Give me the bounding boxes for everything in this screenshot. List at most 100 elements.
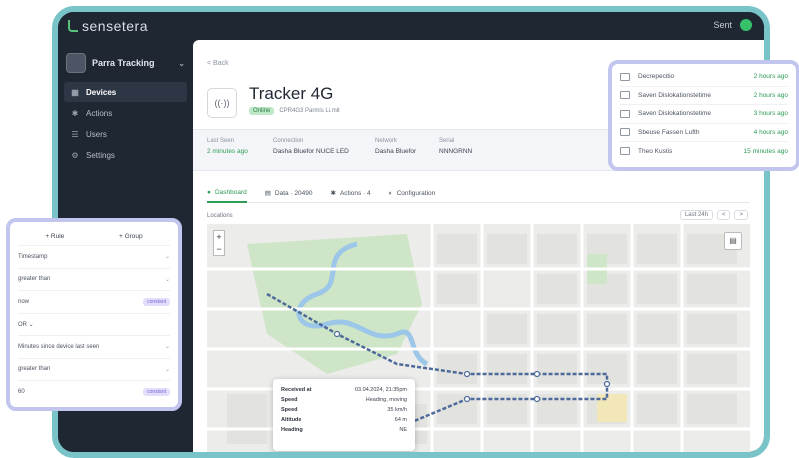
chevron-down-icon: ⌄ (164, 344, 170, 351)
event-icon (620, 91, 630, 100)
event-time: 2 hours ago (753, 73, 788, 81)
add-group-button[interactable]: + Group (119, 233, 143, 240)
event-name: Saven Dislokationstetime (638, 110, 711, 118)
org-avatar (66, 53, 86, 73)
dot-icon: ● (207, 188, 211, 196)
popup-value: NE (399, 427, 407, 433)
popup-row: Speed 35 km/h (281, 405, 407, 415)
map-view[interactable]: + − ▤ Received at 03.04.2024, 21:35pm Sp… (207, 224, 750, 452)
range-select[interactable]: Last 24h (679, 210, 713, 220)
gear-icon: ⚙ (71, 150, 79, 160)
popup-row: Received at 03.04.2024, 21:35pm (281, 385, 407, 395)
popup-key: Altitude (281, 417, 302, 423)
chevron-down-icon: ⌄ (178, 58, 185, 68)
popup-key: Speed (281, 407, 298, 413)
next-button[interactable]: > (734, 210, 748, 220)
grid-icon: ▦ (71, 87, 79, 97)
prev-button[interactable]: < (716, 210, 731, 220)
rule-row-label: greater than (18, 366, 51, 373)
event-name: Sbeuse Fassen Lufth (638, 128, 700, 136)
meta-label: Network (375, 138, 398, 144)
table-icon: ▤ (264, 190, 271, 197)
tab-label: Dashboard (214, 188, 247, 196)
event-time: 2 hours ago (753, 91, 788, 99)
rule-value-input[interactable]: now constant (18, 291, 170, 314)
rule-operator-select[interactable]: greater than ⌄ (18, 359, 170, 381)
org-switcher[interactable]: Parra Tracking ⌄ (66, 52, 185, 74)
event-row[interactable]: Saven Dislokationstetime 3 hours ago (620, 105, 788, 124)
meta-value: NNNGRNN (439, 148, 473, 155)
meta-label: Last Seen (207, 138, 235, 144)
rule-value-input[interactable]: 60 constant (18, 381, 170, 404)
sidebar-item-users[interactable]: ☰ Users (64, 124, 187, 144)
event-row[interactable]: Decrepecitio 2 hours ago (620, 68, 788, 87)
event-time: 3 hours ago (753, 110, 788, 118)
layers-icon[interactable]: ▤ (724, 232, 742, 250)
sidebar-item-actions[interactable]: ✱ Actions (64, 103, 187, 123)
bolt-icon: ✱ (330, 190, 336, 197)
meta-label: Connection (273, 138, 304, 144)
rule-row-label: Minutes since device last seen (18, 343, 100, 350)
rule-row-label: greater than (18, 276, 51, 283)
tab-dashboard[interactable]: ● Dashboard (207, 183, 247, 203)
event-icon (620, 128, 630, 137)
meta-value: 2 minutes ago (207, 148, 248, 155)
logo-mark-icon (68, 20, 78, 32)
meta-value: Dasha Bluefor NUCE LED (273, 148, 349, 155)
device-model: CPR4G3 Parmis Li.mit (279, 108, 340, 114)
device-subtitle: Online CPR4G3 Parmis Li.mit (249, 107, 340, 115)
rule-row-label: now (18, 298, 30, 305)
rule-operator-select[interactable]: greater than ⌄ (18, 269, 170, 291)
chevron-down-icon: ⌄ (164, 254, 170, 261)
sidebar-item-label: Actions (86, 108, 113, 118)
popup-value: 03.04.2024, 21:35pm (355, 387, 407, 393)
chevron-down-icon: ⌄ (164, 366, 170, 373)
user-menu[interactable]: Sent (713, 20, 732, 30)
back-link[interactable]: < Back (207, 60, 229, 67)
popup-key: Received at (281, 387, 312, 393)
brand-logo[interactable]: sensetera (68, 18, 148, 34)
org-name: Parra Tracking (92, 58, 155, 68)
add-rule-button[interactable]: + Rule (45, 233, 64, 240)
stage: sensetera Sent Parra Tracking ⌄ ▦ Device… (0, 0, 799, 458)
event-row[interactable]: Saven Dislokationstetime 2 hours ago (620, 87, 788, 105)
event-time: 4 hours ago (753, 128, 788, 136)
popup-value: 64 m (394, 417, 407, 423)
tab-data[interactable]: ▤ Data · 20490 (265, 183, 313, 203)
meta-value: Dasha Bluefor (375, 148, 417, 155)
location-popup: Received at 03.04.2024, 21:35pm Speed He… (273, 379, 415, 451)
event-row[interactable]: Sbeuse Fassen Lufth 4 hours ago (620, 124, 788, 142)
event-icon (620, 109, 630, 118)
events-card: Decrepecitio 2 hours ago Saven Dislokati… (608, 60, 799, 171)
popup-row: Altitude 64 m (281, 415, 407, 425)
bolt-icon: ✱ (71, 108, 79, 118)
tab-label: Data · 20490 (274, 189, 313, 197)
meta-last-seen: Last Seen 2 minutes ago (207, 138, 248, 155)
popup-value: 35 km/h (387, 407, 407, 413)
combinator-select[interactable]: OR ⌄ (18, 314, 170, 336)
rule-row-label: Timestamp (18, 253, 48, 260)
sidebar-item-label: Users (86, 129, 107, 139)
popup-row: Speed Heading, moving (281, 395, 407, 405)
rule-field-select[interactable]: Timestamp ⌄ (18, 246, 170, 269)
tab-actions[interactable]: ✱ Actions · 4 (331, 183, 371, 203)
rule-field-select[interactable]: Minutes since device last seen ⌄ (18, 336, 170, 359)
constant-badge: constant (143, 297, 170, 306)
rule-row-label: 60 (18, 389, 25, 396)
zoom-out-button[interactable]: − (214, 243, 224, 255)
tab-configuration[interactable]: ◐ Configuration (389, 183, 436, 203)
popup-key: Heading (281, 427, 303, 433)
event-row[interactable]: Theo Kustis 15 minutes ago (620, 142, 788, 161)
meta-network: Network Dasha Bluefor (375, 138, 416, 155)
popup-key: Speed (281, 397, 298, 403)
sidebar-item-settings[interactable]: ⚙ Settings (64, 145, 187, 165)
tab-bar: ● Dashboard ▤ Data · 20490 ✱ Actions · 4… (207, 183, 750, 203)
event-icon (620, 72, 630, 81)
event-name: Saven Dislokationstetime (638, 91, 711, 99)
section-title: Locations (207, 213, 233, 219)
tab-label: Actions · 4 (339, 189, 371, 197)
brand-name: sensetera (82, 18, 148, 34)
event-icon (620, 147, 630, 156)
sidebar-item-devices[interactable]: ▦ Devices (64, 82, 187, 102)
zoom-in-button[interactable]: + (214, 231, 224, 243)
